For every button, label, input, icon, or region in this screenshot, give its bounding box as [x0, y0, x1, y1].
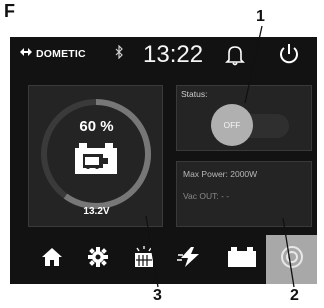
- battery-panel[interactable]: 60 % 13.2V: [28, 85, 163, 227]
- settings-dial-icon: [280, 245, 304, 274]
- dometic-logo: DOMETIC: [19, 47, 86, 60]
- power-panel[interactable]: Max Power: 2000W Vac OUT: - -: [176, 161, 312, 227]
- nav-battery[interactable]: [216, 235, 267, 284]
- power-icon[interactable]: [277, 42, 301, 71]
- nav-charger[interactable]: [118, 235, 169, 284]
- nav-home[interactable]: [26, 235, 77, 284]
- callout-1: 1: [256, 8, 265, 25]
- dometic-mark-icon: [19, 47, 33, 60]
- max-power-text: Max Power: 2000W: [183, 169, 258, 179]
- battery-voltage: 13.2V: [83, 206, 110, 217]
- device-screen: DOMETIC 13:22 60 % 13.2V Status: OFF Max…: [10, 37, 317, 284]
- lightning-icon: [176, 246, 203, 273]
- nav-power[interactable]: [164, 235, 215, 284]
- charge-percent: 60 %: [79, 118, 114, 135]
- home-icon: [41, 247, 63, 272]
- toggle-label: OFF: [223, 120, 241, 130]
- callout-3: 3: [153, 287, 162, 304]
- gear-icon: [87, 246, 109, 273]
- brand-name: DOMETIC: [36, 47, 86, 60]
- status-panel: Status: OFF: [176, 85, 312, 151]
- status-label: Status:: [181, 89, 208, 99]
- nav-dial[interactable]: [266, 235, 317, 284]
- battery-icon: [73, 142, 119, 181]
- nav-settings[interactable]: [72, 235, 123, 284]
- bluetooth-icon: [114, 44, 124, 64]
- figure-letter: F: [4, 1, 15, 21]
- callout-2: 2: [290, 287, 299, 304]
- bell-icon[interactable]: [225, 44, 245, 71]
- battery-icon: [227, 246, 257, 273]
- vac-out-text: Vac OUT: - -: [183, 191, 230, 201]
- clock-time: 13:22: [143, 41, 204, 68]
- battery-charger-icon: [132, 245, 156, 274]
- status-toggle[interactable]: OFF: [211, 104, 253, 146]
- bottom-nav: [10, 235, 317, 284]
